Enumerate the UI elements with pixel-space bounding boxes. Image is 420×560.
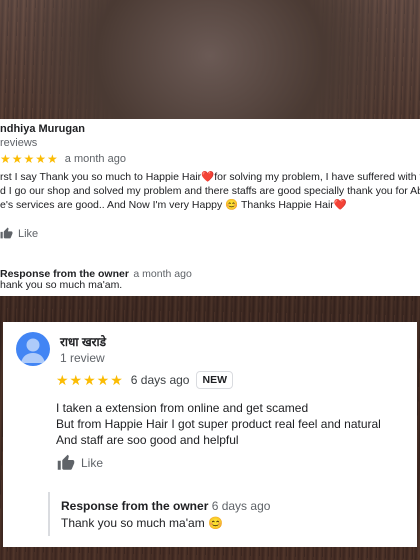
- star-rating: ★★★★★: [56, 371, 124, 388]
- owner-response-title: Response from the owner: [61, 499, 209, 513]
- owner-response-text: hank you so much ma'am.: [0, 279, 123, 291]
- star-rating: ★★★★★: [0, 152, 59, 166]
- review-text-line: And staff are soo good and helpful: [56, 433, 239, 447]
- like-label: Like: [18, 227, 39, 240]
- reviewer-meta: 1 review: [60, 351, 105, 365]
- thumbs-up-icon: [57, 454, 75, 470]
- review-text-line: But from Happie Hair I got super product…: [56, 417, 381, 431]
- owner-response-divider: [48, 492, 50, 536]
- person-icon: [21, 338, 45, 363]
- review-text-line: rst I say Thank you so much to Happie Ha…: [0, 171, 420, 183]
- review-time: 6 days ago: [130, 373, 190, 387]
- owner-response-time: a month ago: [133, 268, 192, 280]
- review-time: a month ago: [64, 153, 126, 165]
- like-button[interactable]: Like: [0, 227, 38, 240]
- review-text-line: d I go our shop and solved my problem an…: [0, 185, 420, 197]
- thumbs-up-icon: [0, 227, 13, 239]
- new-badge: NEW: [196, 371, 233, 389]
- review-card-2: राधा खराडे 1 review ★★★★★ 6 days ago NEW…: [3, 322, 417, 547]
- reviewer-name[interactable]: ndhiya Murugan: [0, 123, 85, 135]
- review-text-line: e's services are good.. And Now I'm very…: [0, 199, 347, 211]
- avatar[interactable]: [16, 332, 50, 366]
- owner-response-time: 6 days ago: [211, 499, 271, 513]
- owner-response-text: Thank you so much ma'am 😊: [61, 516, 223, 530]
- reviewer-meta: reviews: [0, 137, 38, 149]
- review-card-1: ndhiya Murugan reviews ★★★★★ a month ago…: [0, 119, 420, 296]
- like-label: Like: [81, 456, 104, 470]
- like-button[interactable]: Like: [56, 454, 103, 472]
- reviewer-name[interactable]: राधा खराडे: [60, 333, 106, 350]
- review-text-line: I taken a extension from online and get …: [56, 401, 309, 415]
